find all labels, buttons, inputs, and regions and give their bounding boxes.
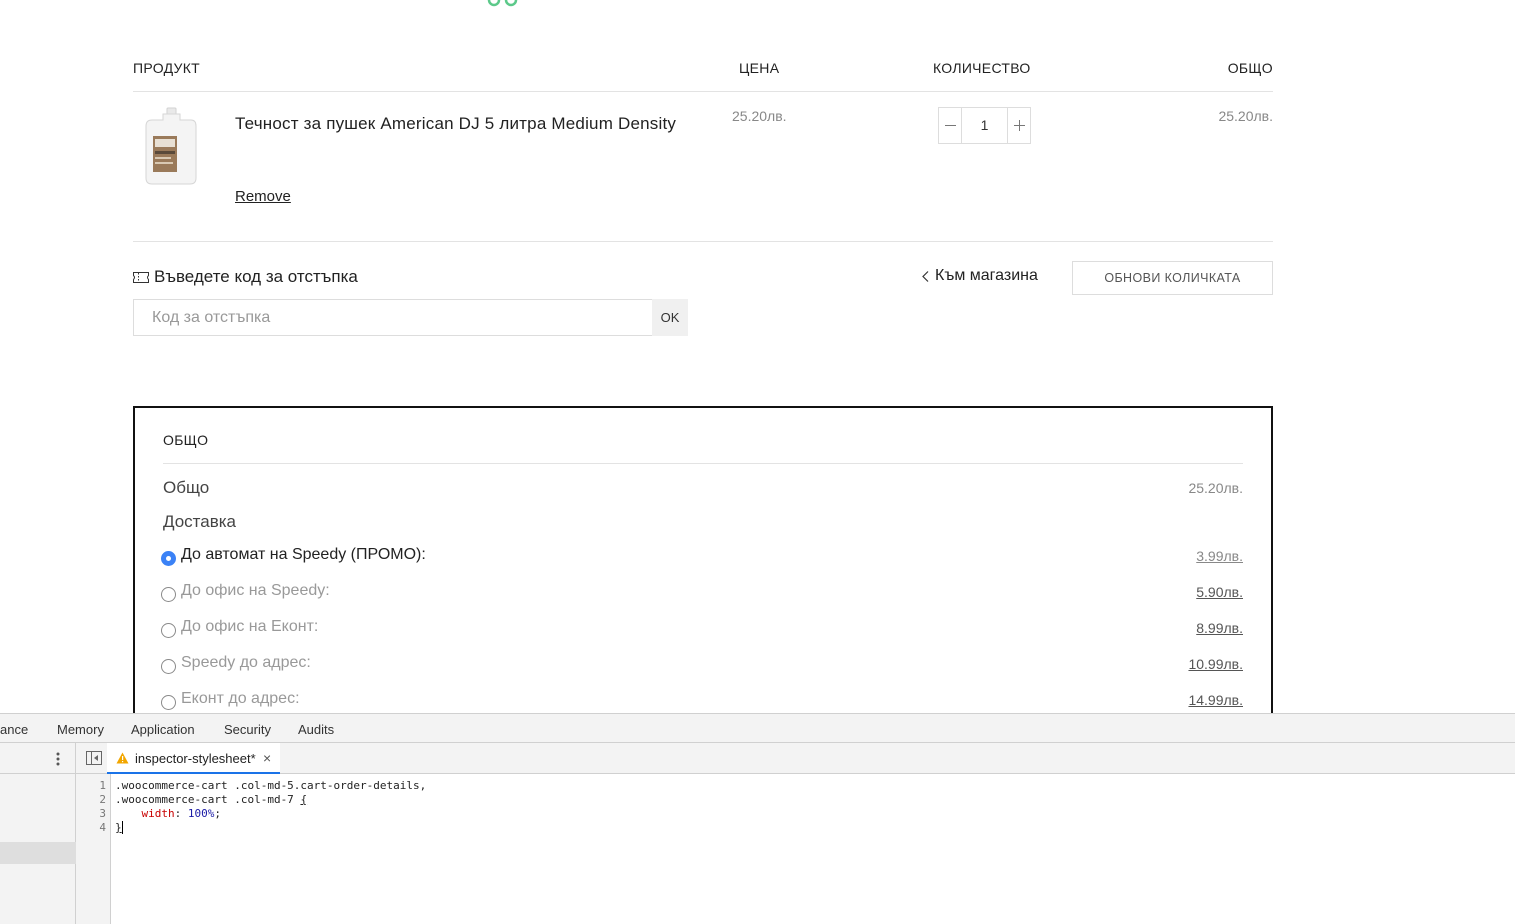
code-semicolon: ; [214, 807, 221, 820]
header-total: ОБЩО [1227, 60, 1273, 76]
code-open-brace: { [300, 793, 308, 806]
item-price: 25.20лв. [732, 108, 787, 124]
shipping-option-price: 5.90лв. [1196, 584, 1243, 600]
shipping-radio[interactable] [161, 587, 176, 602]
file-tab-name: inspector-stylesheet* [135, 751, 256, 766]
back-to-shop-link[interactable]: Към магазина [922, 267, 1038, 285]
shipping-option-price: 14.99лв. [1188, 692, 1243, 708]
cart-page: ПРОДУКТ ЦЕНА КОЛИЧЕСТВО ОБЩО Течност за … [0, 0, 1515, 713]
shipping-option-speedy-office[interactable]: До офис на Speedy: 5.90лв. [161, 582, 1243, 606]
totals-divider [163, 463, 1243, 464]
code-property: width [141, 807, 175, 820]
tab-performance[interactable]: ance [0, 722, 28, 737]
shipping-option-econt-address[interactable]: Еконт до адрес: 14.99лв. [161, 690, 1243, 713]
tab-memory[interactable]: Memory [57, 722, 104, 737]
kebab-menu-icon[interactable] [52, 751, 64, 767]
shipping-option-name: До офис на Speedy: [181, 582, 330, 599]
code-line-1: .woocommerce-cart .col-md-5.cart-order-d… [115, 779, 427, 792]
coupon-code-input[interactable]: Код за отстъпка [133, 299, 653, 336]
line-number: 4 [99, 821, 106, 834]
line-number: 1 [99, 779, 106, 792]
increase-quantity-button[interactable] [1007, 107, 1031, 144]
header-quantity: КОЛИЧЕСТВО [933, 60, 1031, 76]
shipping-option-speedy-address[interactable]: Speedy до адрес: 10.99лв. [161, 654, 1243, 678]
shipping-option-econt-office[interactable]: До офис на Еконт: 8.99лв. [161, 618, 1243, 642]
back-to-shop-label: Към магазина [935, 267, 1038, 284]
line-number: 2 [99, 793, 106, 806]
code-value: 100% [187, 807, 215, 820]
chevron-left-icon [922, 270, 929, 282]
header-product: ПРОДУКТ [133, 60, 201, 76]
sources-navigator [0, 743, 76, 924]
quantity-input[interactable]: 1 [962, 107, 1007, 144]
shipping-option-name: Speedy до адрес: [181, 654, 311, 671]
shipping-option-speedy-locker[interactable]: До автомат на Speedy (ПРОМО): 3.99лв. [161, 546, 1243, 570]
tab-audits[interactable]: Audits [298, 722, 334, 737]
coupon-label-text: Въведете код за отстъпка [154, 267, 358, 286]
minus-icon [944, 125, 956, 126]
text-cursor [121, 821, 123, 834]
code-close-brace: } [115, 821, 122, 834]
shipping-option-price: 10.99лв. [1188, 656, 1243, 672]
subtotal-label: Общо [163, 478, 210, 497]
code-line-2: .woocommerce-cart .col-md-7 { [115, 793, 426, 807]
shipping-radio[interactable] [161, 659, 176, 674]
code-selector: .woocommerce-cart .col-md-7 [115, 793, 301, 806]
warning-icon [116, 752, 129, 764]
decorative-loops-icon [487, 0, 518, 7]
shipping-option-name: До автомат на Speedy (ПРОМО): [181, 546, 426, 563]
code-editor[interactable]: .woocommerce-cart .col-md-5.cart-order-d… [115, 779, 426, 835]
shipping-option-name: Еконт до адрес: [181, 690, 300, 707]
shipping-radio-selected[interactable] [161, 551, 176, 566]
shipping-option-name: До офис на Еконт: [181, 618, 319, 635]
tab-application[interactable]: Application [131, 722, 195, 737]
tab-security[interactable]: Security [224, 722, 271, 737]
plus-icon [1013, 120, 1025, 131]
coupon-label: Въведете код за отстъпка [133, 267, 358, 287]
close-icon[interactable]: × [263, 750, 271, 766]
sidebar-toggle-icon[interactable] [86, 751, 102, 765]
devtools-tab-bar: ance Memory Application Security Audits [0, 713, 1515, 743]
quantity-stepper: 1 [938, 107, 1031, 144]
product-thumbnail[interactable] [143, 106, 199, 186]
devtools-panel: ance Memory Application Security Audits … [0, 713, 1515, 924]
product-title[interactable]: Течност за пушек American DJ 5 литра Med… [235, 108, 685, 139]
cart-totals-box: ОБЩО Общо 25.20лв. Доставка До автомат н… [133, 406, 1273, 713]
totals-heading: ОБЩО [163, 432, 209, 448]
update-cart-button[interactable]: ОБНОВИ КОЛИЧКАТА [1072, 261, 1273, 295]
cart-item-row: Течност за пушек American DJ 5 литра Med… [133, 92, 1273, 242]
editor-tab-bar: inspector-stylesheet* × [76, 743, 1515, 774]
item-total: 25.20лв. [1218, 108, 1273, 124]
line-number: 3 [99, 807, 106, 820]
cart-table-header: ПРОДУКТ ЦЕНА КОЛИЧЕСТВО ОБЩО [133, 58, 1273, 92]
shipping-option-price: 8.99лв. [1196, 620, 1243, 636]
code-line-4: } [115, 821, 426, 835]
coupon-ticket-icon [133, 271, 149, 283]
shipping-radio[interactable] [161, 623, 176, 638]
header-price: ЦЕНА [739, 60, 780, 76]
code-colon: : [174, 807, 188, 820]
remove-item-link[interactable]: Remove [235, 188, 291, 205]
apply-coupon-button[interactable]: OK [652, 299, 688, 336]
subtotal-value: 25.20лв. [1188, 480, 1243, 496]
navigator-selected-row[interactable] [0, 842, 76, 864]
decrease-quantity-button[interactable] [938, 107, 962, 144]
line-number-gutter: 1 2 3 4 [76, 774, 111, 924]
shipping-radio[interactable] [161, 695, 176, 710]
shipping-option-price: 3.99лв. [1196, 548, 1243, 564]
editor-file-tab[interactable]: inspector-stylesheet* × [107, 743, 280, 774]
shipping-label: Доставка [163, 512, 237, 531]
navigator-divider [0, 773, 76, 774]
code-line-3: width: 100%; [115, 807, 426, 821]
